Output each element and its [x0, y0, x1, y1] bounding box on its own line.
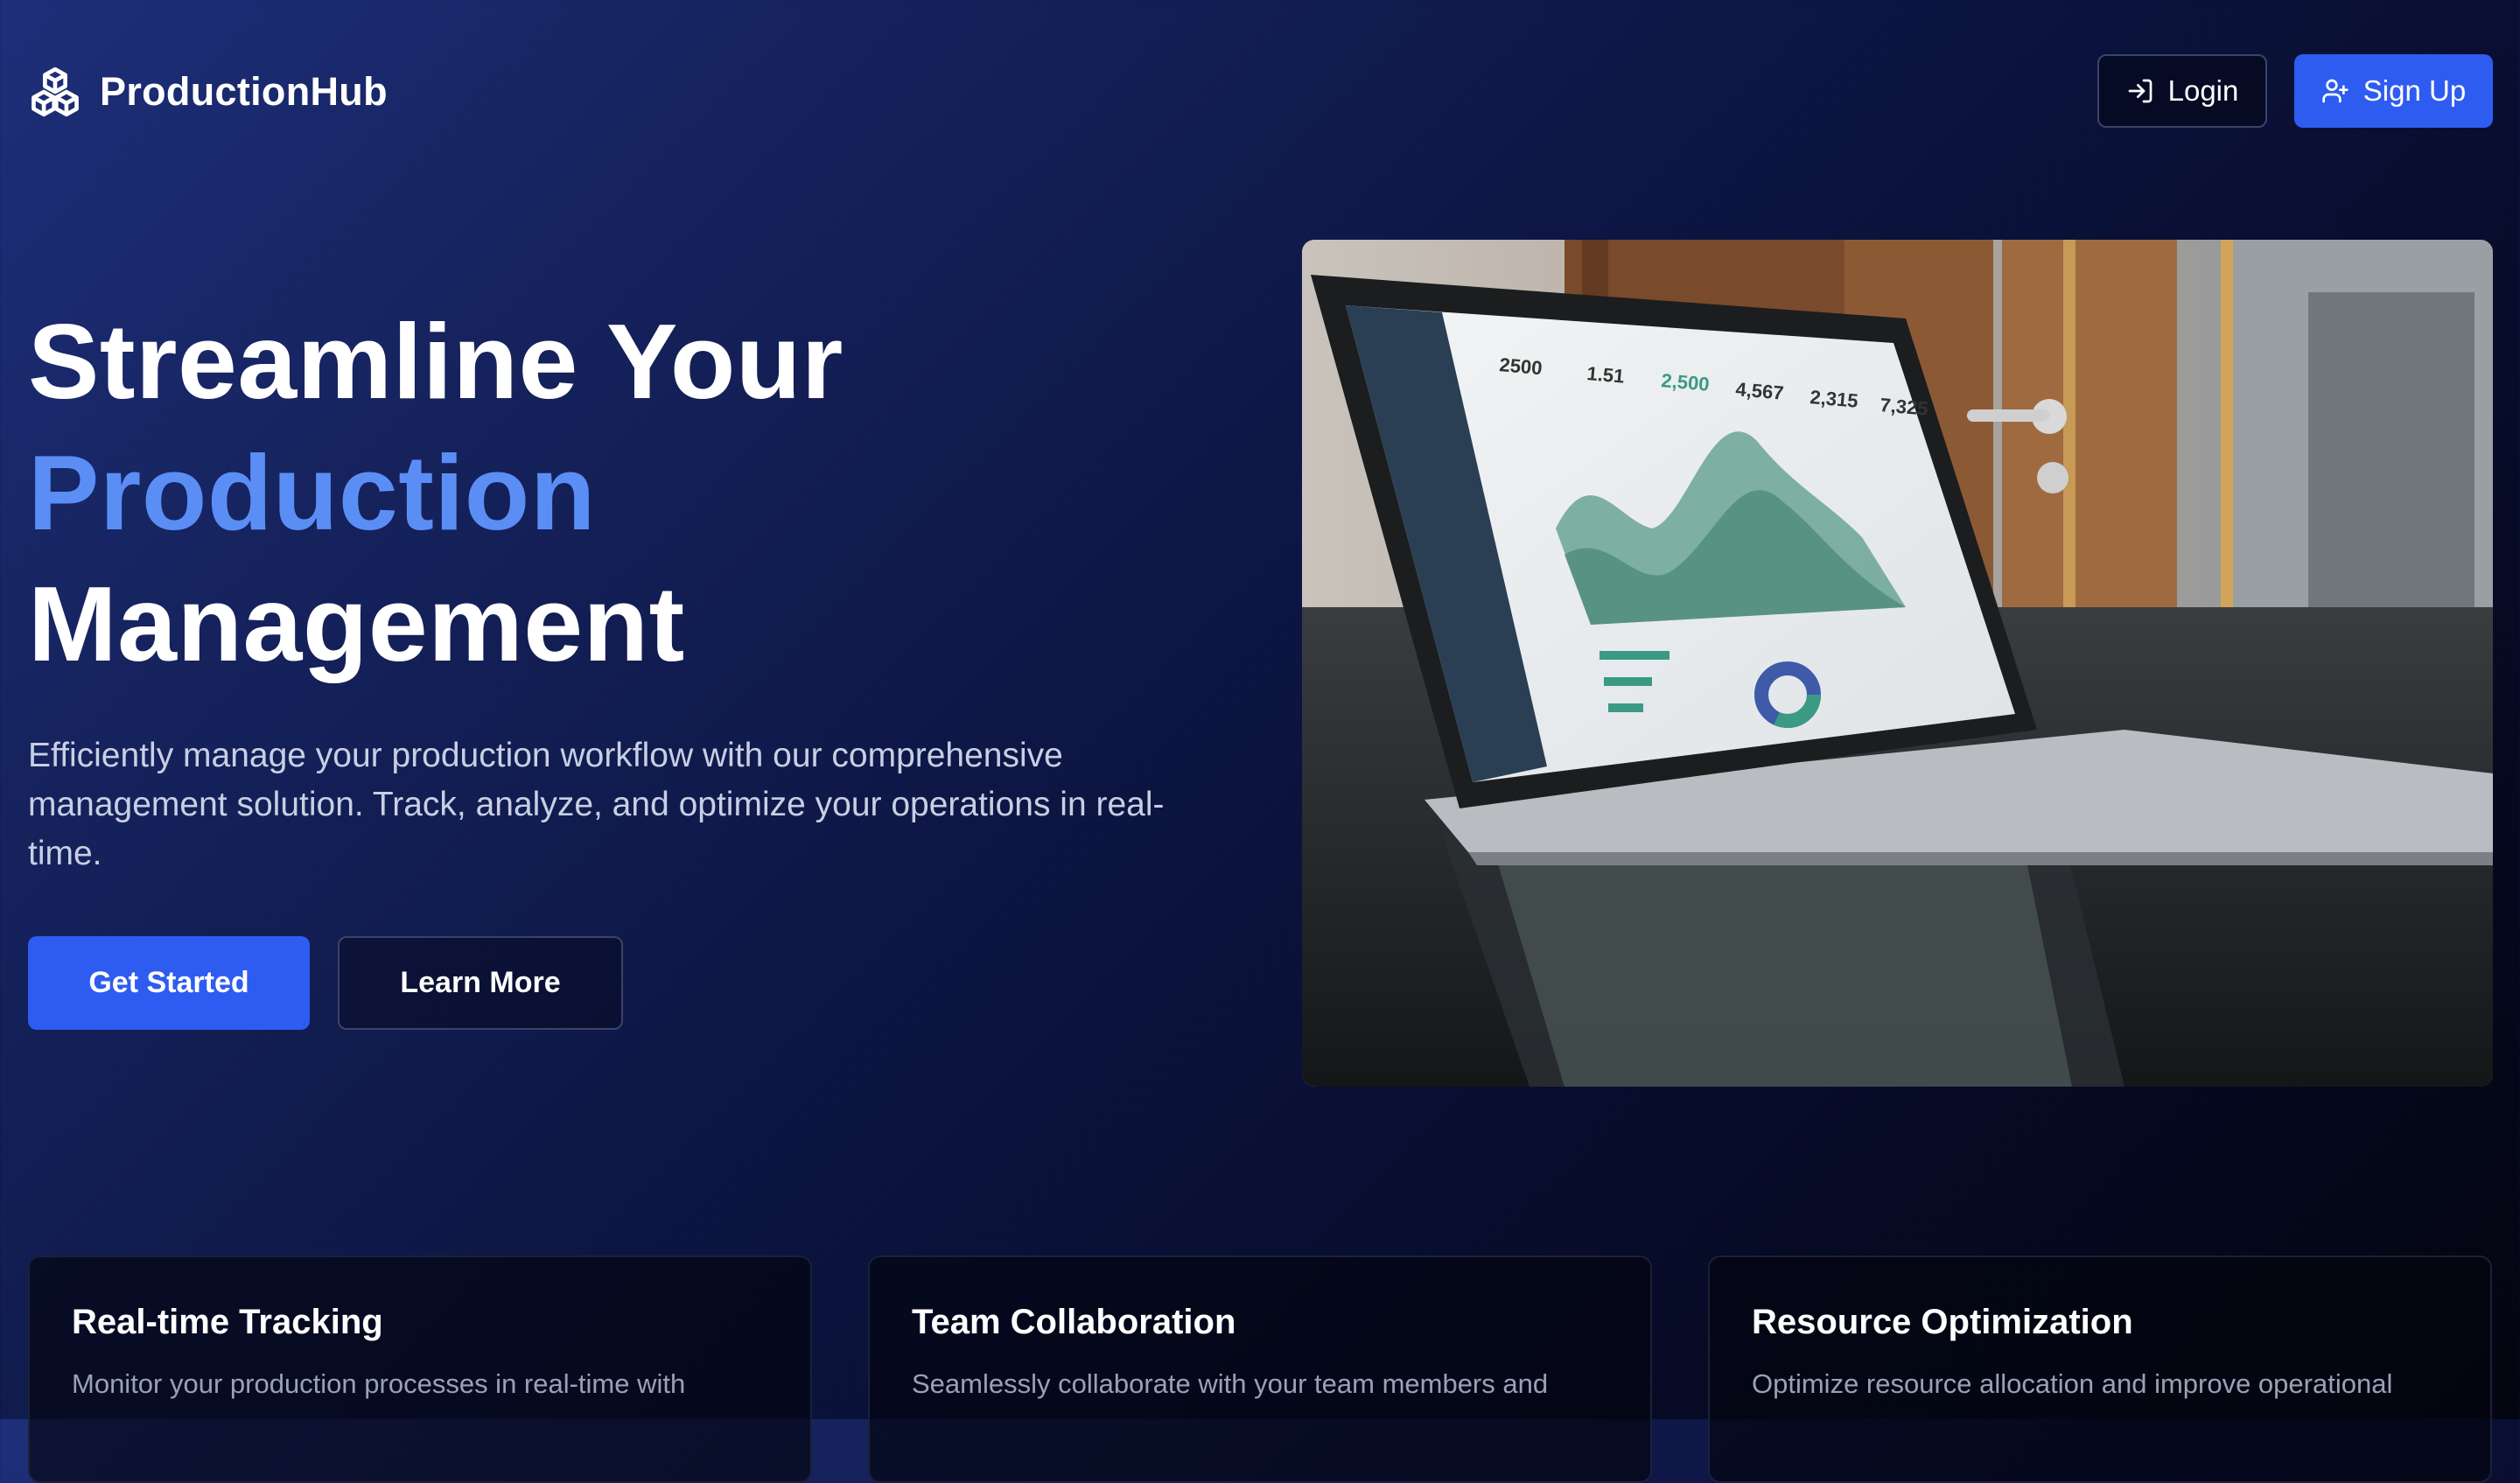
feature-title: Resource Optimization — [1752, 1303, 2133, 1341]
feature-description: Optimize resource allocation and improve… — [1752, 1368, 2393, 1399]
logo-text: ProductionHub — [100, 69, 388, 114]
get-started-button[interactable]: Get Started — [28, 936, 310, 1030]
hero-description: Efficiently manage your production workf… — [28, 737, 1165, 872]
feature-description: Seamlessly collaborate with your team me… — [912, 1368, 1549, 1399]
hero-image: 2500 1.51 2,500 4,567 2,315 7,325 — [1302, 240, 2493, 1087]
feature-card-resource-optimization: Resource Optimization Optimize resource … — [1708, 1256, 2492, 1483]
hero-title-line1: Streamline Your — [28, 302, 844, 421]
svg-text:7,325: 7,325 — [1880, 394, 1929, 420]
svg-text:2,315: 2,315 — [1810, 386, 1859, 412]
login-button[interactable]: Login — [2097, 54, 2267, 128]
user-plus-icon — [2322, 79, 2348, 103]
hero-title: Streamline Your Production Management — [28, 296, 844, 689]
feature-description: Monitor your production processes in rea… — [72, 1368, 686, 1399]
signup-button[interactable]: Sign Up — [2294, 54, 2493, 128]
svg-text:2,500: 2,500 — [1661, 369, 1711, 395]
svg-text:4,567: 4,567 — [1735, 378, 1785, 404]
svg-text:1.51: 1.51 — [1586, 362, 1626, 388]
feature-title: Real-time Tracking — [72, 1303, 383, 1341]
login-label: Login — [2167, 74, 2239, 107]
boxes-icon — [32, 66, 79, 117]
logo[interactable]: ProductionHub — [28, 65, 388, 119]
signup-label: Sign Up — [2362, 74, 2467, 107]
log-in-icon — [2128, 79, 2152, 103]
feature-card-realtime-tracking: Real-time Tracking Monitor your producti… — [28, 1256, 812, 1483]
hero-title-accent: Production — [28, 433, 596, 552]
svg-text:2500: 2500 — [1499, 353, 1544, 379]
hero-title-line3: Management — [28, 564, 685, 683]
feature-title: Team Collaboration — [912, 1303, 1236, 1341]
learn-more-button[interactable]: Learn More — [338, 936, 623, 1030]
feature-card-team-collaboration: Team Collaboration Seamlessly collaborat… — [868, 1256, 1652, 1483]
